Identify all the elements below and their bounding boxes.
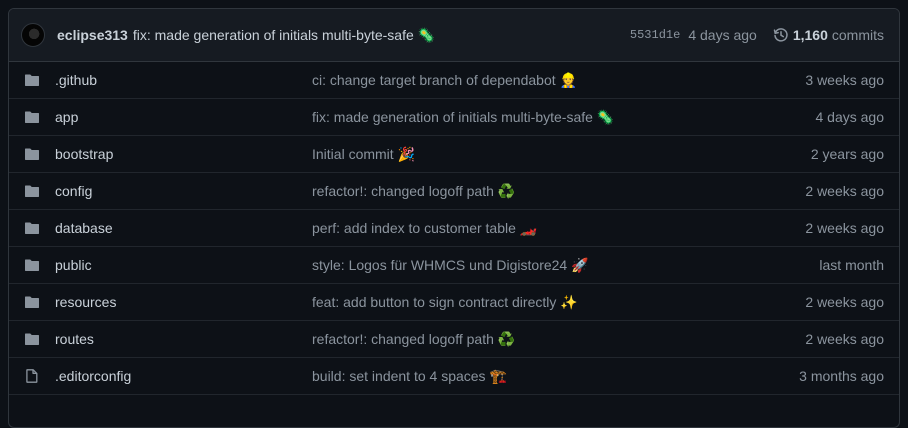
- file-commit-age: 2 years ago: [810, 146, 884, 162]
- commit-sha[interactable]: 5531d1e: [630, 28, 680, 42]
- file-name-link[interactable]: database: [55, 220, 113, 236]
- folder-icon: [24, 220, 40, 236]
- file-name-link[interactable]: routes: [55, 331, 94, 347]
- file-row[interactable]: .github ci: change target branch of depen…: [9, 62, 899, 99]
- commits-label: commits: [831, 27, 884, 43]
- commit-count: 1,160: [792, 27, 828, 43]
- file-commit-message-link[interactable]: fix: made generation of initials multi-b…: [312, 109, 614, 126]
- file-commit-message-link[interactable]: refactor!: changed logoff path ♻️: [312, 183, 515, 200]
- file-commit-message-link[interactable]: Initial commit 🎉: [312, 146, 415, 163]
- file-name-link[interactable]: .github: [55, 72, 97, 88]
- file-commit-message-link[interactable]: build: set indent to 4 spaces 🏗️: [312, 368, 507, 385]
- file-name-link[interactable]: public: [55, 257, 92, 273]
- folder-icon: [24, 294, 40, 310]
- file-commit-age: 2 weeks ago: [805, 183, 884, 199]
- history-icon: [773, 28, 788, 42]
- file-commit-age: last month: [819, 257, 884, 273]
- file-commit-message-link[interactable]: style: Logos für WHMCS und Digistore24 🚀: [312, 257, 589, 274]
- file-row[interactable]: resources feat: add button to sign contra…: [9, 284, 899, 321]
- folder-icon: [24, 183, 40, 199]
- file-row[interactable]: app fix: made generation of initials mult…: [9, 99, 899, 136]
- file-row[interactable]: public style: Logos für WHMCS und Digisto…: [9, 247, 899, 284]
- file-name-link[interactable]: bootstrap: [55, 146, 113, 162]
- commit-author[interactable]: eclipse313: [57, 27, 128, 43]
- file-row[interactable]: routes refactor!: changed logoff path ♻️ 2…: [9, 321, 899, 358]
- folder-icon: [24, 146, 40, 162]
- file-commit-message-link[interactable]: refactor!: changed logoff path ♻️: [312, 331, 515, 348]
- file-commit-age: 2 weeks ago: [805, 331, 884, 347]
- file-icon: [24, 368, 40, 384]
- file-name-link[interactable]: app: [55, 109, 78, 125]
- file-commit-age: 4 days ago: [815, 109, 885, 125]
- file-row[interactable]: config refactor!: changed logoff path ♻️ 2…: [9, 173, 899, 210]
- file-name-link[interactable]: resources: [55, 294, 116, 310]
- file-row[interactable]: .editorconfig build: set indent to 4 spac…: [9, 358, 899, 395]
- latest-commit-bar: eclipse313 fix: made generation of initi…: [9, 9, 899, 62]
- file-commit-age: 2 weeks ago: [805, 294, 884, 310]
- file-commit-age: 3 months ago: [799, 368, 884, 384]
- folder-icon: [24, 331, 40, 347]
- commit-age: 4 days ago: [688, 27, 757, 43]
- file-commit-message-link[interactable]: perf: add index to customer table 🏎️: [312, 220, 537, 237]
- file-commit-message-link[interactable]: feat: add button to sign contract direct…: [312, 294, 578, 311]
- author-avatar[interactable]: [21, 23, 45, 47]
- file-commit-message-link[interactable]: ci: change target branch of dependabot 👷: [312, 72, 577, 89]
- file-row[interactable]: database perf: add index to customer tabl…: [9, 210, 899, 247]
- file-commit-age: 3 weeks ago: [805, 72, 884, 88]
- file-name-link[interactable]: config: [55, 183, 92, 199]
- file-browser: eclipse313 fix: made generation of initi…: [8, 8, 900, 428]
- folder-icon: [24, 257, 40, 273]
- file-row[interactable]: bootstrap Initial commit 🎉 2 years ago: [9, 136, 899, 173]
- commit-history-link[interactable]: 1,160 commits: [773, 27, 884, 43]
- folder-icon: [24, 109, 40, 125]
- file-name-link[interactable]: .editorconfig: [55, 368, 131, 384]
- file-commit-age: 2 weeks ago: [805, 220, 884, 236]
- folder-icon: [24, 72, 40, 88]
- file-list: .github ci: change target branch of depen…: [9, 62, 899, 395]
- latest-commit-message[interactable]: fix: made generation of initials multi-b…: [133, 27, 435, 44]
